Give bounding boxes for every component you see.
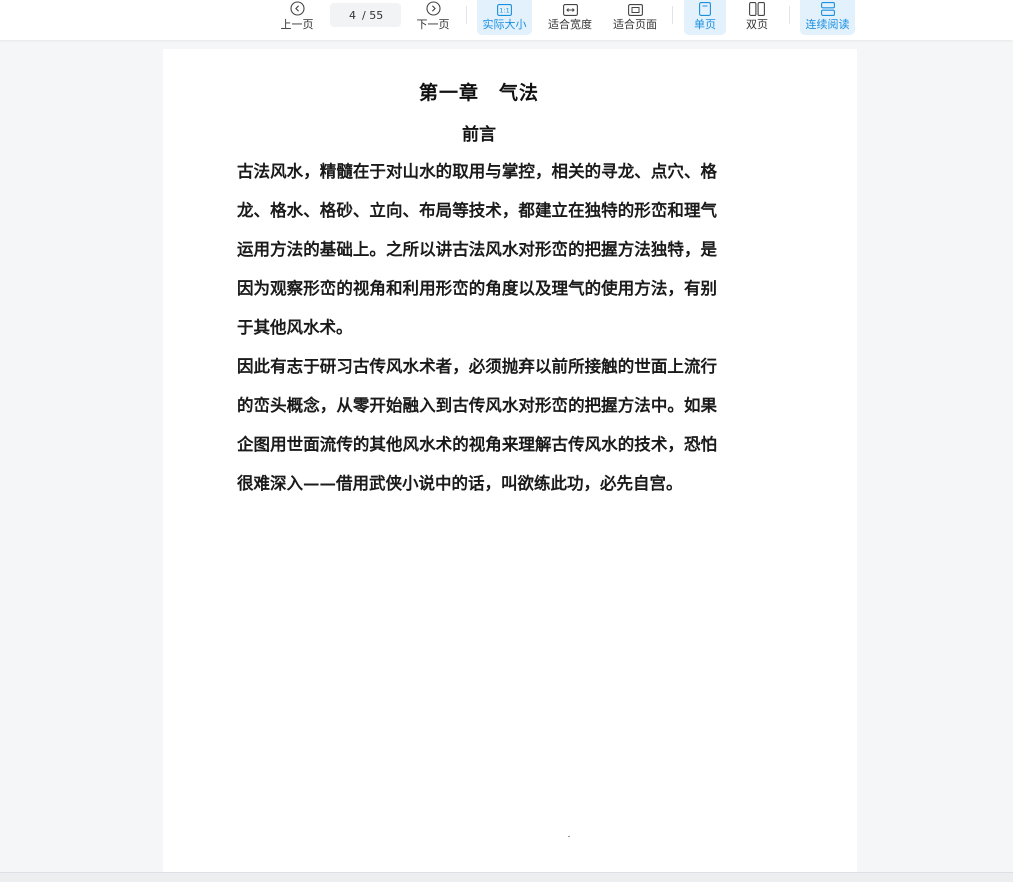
single-page-button[interactable]: 单页 <box>684 0 726 35</box>
toolbar-divider <box>672 6 673 24</box>
continuous-reading-button[interactable]: 连续阅读 <box>800 0 855 35</box>
fit-width-label: 适合宽度 <box>548 18 592 31</box>
fit-page-button[interactable]: 适合页面 <box>609 0 661 35</box>
toolbar-divider <box>789 6 790 24</box>
prev-page-label: 上一页 <box>280 18 314 31</box>
page-indicator: / 55 <box>330 3 401 27</box>
single-page-icon <box>699 2 711 16</box>
paragraph: 因此有志于研习古传风水术者，必须抛弃以前所接触的世面上流行的峦头概念，从零开始融… <box>237 357 717 493</box>
viewer-toolbar: 上一页 / 55 下一页 1:1 实际大小 适合宽度 <box>0 0 1013 40</box>
fit-width-button[interactable]: 适合宽度 <box>544 0 596 35</box>
prev-page-button[interactable]: 上一页 <box>277 0 317 35</box>
svg-text:1:1: 1:1 <box>499 7 509 15</box>
chapter-title: 第一章 气法 <box>418 82 539 104</box>
actual-size-icon: 1:1 <box>497 4 512 16</box>
page-number-input[interactable] <box>330 8 356 22</box>
toolbar-divider <box>466 6 467 24</box>
next-page-button[interactable]: 下一页 <box>413 0 453 35</box>
fit-page-label: 适合页面 <box>613 18 657 31</box>
actual-size-button[interactable]: 1:1 实际大小 <box>477 0 532 35</box>
chevron-right-circle-icon <box>425 1 441 16</box>
next-page-label: 下一页 <box>416 18 450 31</box>
scan-speck <box>568 836 570 837</box>
actual-size-label: 实际大小 <box>482 18 527 31</box>
paragraph: 古法风水，精髓在于对山水的取用与掌控，相关的寻龙、点穴、格龙、格水、格砂、立向、… <box>237 162 717 337</box>
double-page-button[interactable]: 双页 <box>737 0 777 35</box>
continuous-reading-label: 连续阅读 <box>805 18 850 31</box>
single-page-label: 单页 <box>694 18 716 31</box>
document-page: 第一章 气法 前言 古法风水，精髓在于对山水的取用与掌控，相关的寻龙、点穴、格龙… <box>163 49 857 881</box>
total-pages: / 55 <box>362 8 384 22</box>
fit-page-icon <box>627 4 643 16</box>
fit-width-icon <box>562 4 578 16</box>
double-page-icon <box>749 2 765 16</box>
double-page-label: 双页 <box>746 18 768 31</box>
chevron-left-circle-icon <box>289 1 305 16</box>
continuous-reading-icon <box>820 2 835 16</box>
section-heading: 前言 <box>462 125 496 145</box>
